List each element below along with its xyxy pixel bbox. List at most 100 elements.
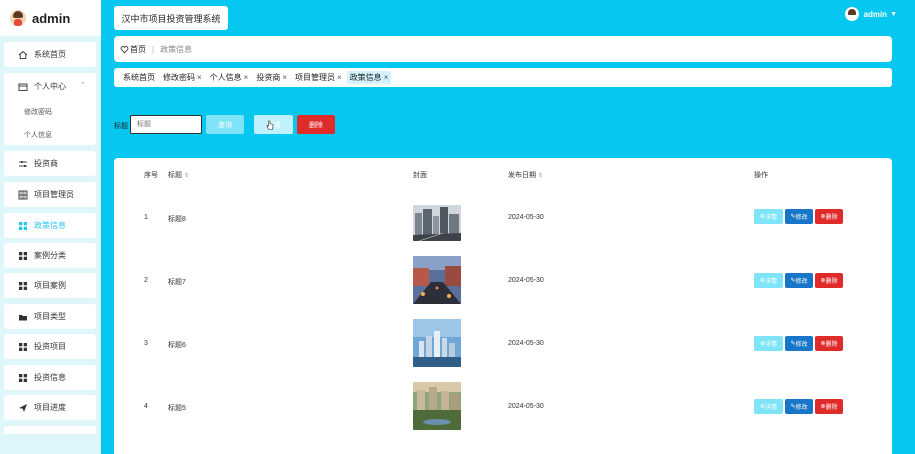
sliders-icon <box>18 159 28 169</box>
view-button[interactable]: ⊕ 详情 <box>754 273 783 288</box>
app-title: 汉中市项目投资管理系统 <box>114 6 228 30</box>
breadcrumb-home[interactable]: 首页 <box>120 44 146 55</box>
sidebar-item-label: 投资项目 <box>34 342 66 351</box>
sidebar-item-label: 案例分类 <box>34 251 66 260</box>
home-icon <box>18 50 28 60</box>
grid-icon <box>18 190 28 200</box>
tag-label: 修改密码 <box>163 73 195 82</box>
sidebar-subitem-change-password[interactable]: 修改密码 <box>24 107 52 117</box>
query-button[interactable]: 查询 <box>206 115 244 134</box>
sidebar-item-investment-project[interactable]: 投资项目 <box>4 334 96 359</box>
col-header-title[interactable]: 标题 ⇕ <box>168 170 189 180</box>
caret-down-icon: ▼ <box>890 10 897 18</box>
apps-icon <box>18 221 28 231</box>
sidebar-item-case-category[interactable]: 案例分类 <box>4 243 96 268</box>
sidebar-item-home[interactable]: 系统首页 <box>4 42 96 67</box>
row-index: 1 <box>144 214 148 221</box>
brand: admin <box>0 0 101 36</box>
close-icon[interactable]: × <box>337 73 342 82</box>
row-delete-button[interactable]: ⊗ 删除 <box>815 399 843 414</box>
row-date: 2024-05-30 <box>508 277 544 284</box>
edit-label: 修改 <box>795 342 808 348</box>
hand-cursor-icon <box>266 120 274 130</box>
delete-label: 删除 <box>825 279 838 285</box>
edit-button[interactable]: ✎ 修改 <box>785 209 813 224</box>
sidebar-item-policy-info[interactable]: 政策信息 <box>4 213 96 238</box>
breadcrumb-home-label: 首页 <box>130 44 146 54</box>
apps-icon <box>18 281 28 291</box>
edit-button[interactable]: ✎ 修改 <box>785 273 813 288</box>
profile-card-icon <box>18 82 28 92</box>
tag-label: 投资商 <box>256 73 281 82</box>
col-header-index: 序号 <box>144 172 158 179</box>
folder-icon <box>18 312 28 322</box>
sidebar-item-label: 投资信息 <box>34 373 66 382</box>
sidebar-item-label: 项目案例 <box>34 281 66 290</box>
tag-label: 政策信息 <box>349 73 382 82</box>
avatar <box>844 7 859 21</box>
cover-image <box>413 256 461 304</box>
row-title: 标题7 <box>168 279 186 286</box>
sidebar-item-investment-info[interactable]: 投资信息 <box>4 365 96 390</box>
view-button[interactable]: ⊕ 详情 <box>754 336 783 351</box>
tag-label: 项目管理员 <box>295 73 336 82</box>
row-index: 3 <box>144 340 148 347</box>
heart-icon <box>120 45 129 53</box>
cover-image <box>413 205 461 241</box>
search-label: 标题 <box>114 123 128 130</box>
row-title: 标题8 <box>168 216 186 223</box>
view-button[interactable]: ⊕ 详情 <box>754 399 783 414</box>
view-label: 详情 <box>765 215 778 221</box>
sidebar-item-investor[interactable]: 投资商 <box>4 151 96 176</box>
sidebar-item-label: 投资商 <box>34 159 58 168</box>
sidebar-subitem-personal-info[interactable]: 个人信息 <box>24 130 52 140</box>
row-delete-button[interactable]: ⊗ 删除 <box>815 209 843 224</box>
col-header-date[interactable]: 发布日期 ⇕ <box>508 170 543 180</box>
col-header-cover: 封面 <box>413 172 427 179</box>
sort-icon[interactable]: ⇕ <box>184 173 189 179</box>
close-icon[interactable]: × <box>244 73 249 82</box>
apps-icon <box>18 342 28 352</box>
apps-icon <box>18 373 28 383</box>
edit-button[interactable]: ✎ 修改 <box>785 399 813 414</box>
chevron-up-icon: ⌃ <box>80 82 86 89</box>
edit-label: 修改 <box>795 215 808 221</box>
close-icon[interactable]: × <box>282 73 287 82</box>
edit-button[interactable]: ✎ 修改 <box>785 336 813 351</box>
row-delete-button[interactable]: ⊗ 删除 <box>815 273 843 288</box>
tag-investor[interactable]: 投资商 × <box>253 71 290 84</box>
user-menu[interactable]: admin ▼ <box>844 7 897 21</box>
sidebar-item-project-type[interactable]: 项目类型 <box>4 304 96 329</box>
view-label: 详情 <box>765 279 778 285</box>
tag-label: 个人信息 <box>209 73 242 82</box>
close-icon[interactable]: × <box>197 73 202 82</box>
delete-label: 删除 <box>825 405 838 411</box>
tag-personal-info[interactable]: 个人信息 × <box>207 71 252 84</box>
tag-home[interactable]: 系统首页 <box>120 71 158 84</box>
close-icon[interactable]: × <box>384 73 389 82</box>
sidebar-group-personal-center: 个人中心 ⌃ 修改密码 个人信息 <box>4 73 96 145</box>
edit-label: 修改 <box>795 405 808 411</box>
sidebar: admin 系统首页 个人中心 ⌃ 修改密码 个人信息 投资商 项目管理员 政策… <box>0 0 101 454</box>
sidebar-item-label: 项目进度 <box>34 403 66 412</box>
row-title: 标题6 <box>168 342 186 349</box>
tag-change-password[interactable]: 修改密码 × <box>160 71 205 84</box>
sort-icon[interactable]: ⇕ <box>538 173 543 179</box>
cover-image <box>413 319 461 367</box>
row-delete-button[interactable]: ⊗ 删除 <box>815 336 843 351</box>
sidebar-item-label: 个人中心 <box>34 82 66 91</box>
sidebar-item-project-case[interactable]: 项目案例 <box>4 273 96 298</box>
delete-label: 删除 <box>825 342 838 348</box>
row-date: 2024-05-30 <box>508 340 544 347</box>
title-search-input[interactable] <box>130 115 202 134</box>
row-title: 标题5 <box>168 405 186 412</box>
tag-project-manager[interactable]: 项目管理员 × <box>292 71 345 84</box>
tag-policy-info[interactable]: 政策信息 × <box>346 71 392 84</box>
sidebar-item-project-progress[interactable]: 项目进度 <box>4 395 96 420</box>
delete-button[interactable]: 删除 <box>297 115 335 134</box>
sidebar-item-project-manager[interactable]: 项目管理员 <box>4 182 96 207</box>
row-index: 4 <box>144 403 148 410</box>
view-button[interactable]: ⊕ 详情 <box>754 209 783 224</box>
sidebar-item-personal-center[interactable]: 个人中心 ⌃ <box>18 81 86 92</box>
edit-label: 修改 <box>795 279 808 285</box>
